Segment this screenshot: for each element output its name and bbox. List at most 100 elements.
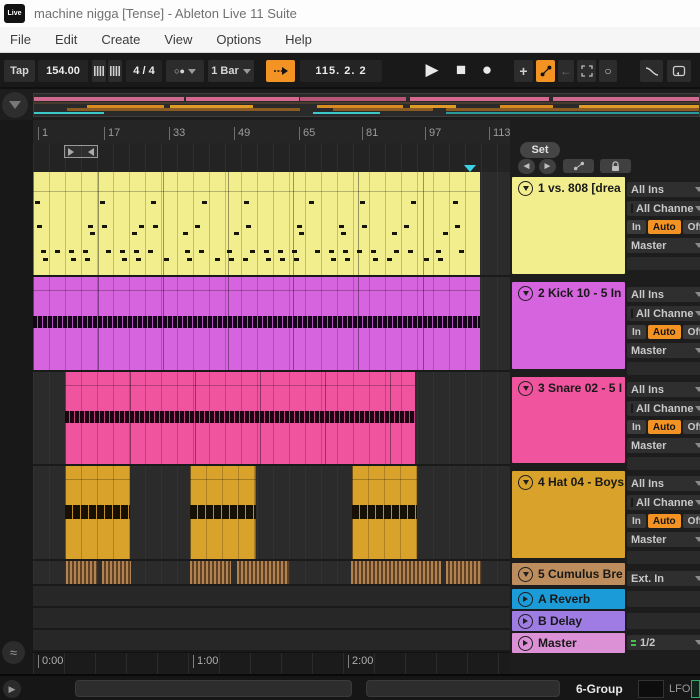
track-name[interactable]: 2 Kick 10 - 5 In bbox=[538, 286, 621, 300]
device-detail-slot[interactable] bbox=[366, 680, 560, 697]
overview-toggle-button[interactable] bbox=[2, 92, 28, 118]
menu-create[interactable]: Create bbox=[101, 28, 140, 51]
fold-track-icon[interactable] bbox=[518, 636, 533, 651]
record-button[interactable]: ● bbox=[476, 58, 498, 82]
loop-button[interactable] bbox=[667, 60, 691, 82]
clip[interactable] bbox=[66, 561, 97, 584]
unfold-track-icon[interactable] bbox=[518, 567, 533, 582]
bar-number[interactable]: 49 bbox=[234, 127, 250, 140]
time-ruler[interactable] bbox=[33, 652, 510, 674]
monitor-in-button[interactable]: In bbox=[627, 325, 646, 339]
fold-track-icon[interactable] bbox=[518, 592, 533, 607]
output-routing-menu[interactable]: Master bbox=[627, 532, 700, 547]
clip[interactable] bbox=[65, 372, 415, 464]
return-lane[interactable] bbox=[33, 608, 510, 630]
input-routing-menu[interactable]: All Ins bbox=[627, 182, 700, 197]
midi-overdub-button[interactable]: + bbox=[514, 60, 533, 82]
draw-mode-button[interactable] bbox=[640, 60, 663, 82]
return-track-header[interactable]: A Reverb bbox=[512, 589, 625, 609]
session-record-button[interactable]: ○ bbox=[599, 60, 617, 82]
time-label[interactable]: 1:00 bbox=[193, 655, 218, 668]
return-track-header[interactable]: B Delay bbox=[512, 611, 625, 631]
quantization-menu[interactable]: 1 Bar bbox=[208, 60, 254, 82]
monitor-auto-button[interactable]: Auto bbox=[648, 325, 681, 339]
monitor-auto-button[interactable]: Auto bbox=[648, 220, 681, 234]
show-detail-view-button[interactable]: ▶ bbox=[3, 680, 21, 698]
monitor-off-button[interactable]: Off bbox=[683, 325, 700, 339]
track-header[interactable]: 2 Kick 10 - 5 In bbox=[512, 282, 625, 369]
track-name[interactable]: B Delay bbox=[538, 614, 582, 628]
reenable-automation-button[interactable]: ← bbox=[558, 60, 574, 82]
automation-mode-button[interactable] bbox=[563, 159, 594, 173]
menu-file[interactable]: File bbox=[10, 28, 31, 51]
track-name[interactable]: 1 vs. 808 [drea bbox=[538, 181, 621, 195]
return-lane[interactable] bbox=[33, 586, 510, 608]
follow-button[interactable] bbox=[266, 60, 295, 82]
input-channel-menu[interactable]: All Channe bbox=[627, 306, 700, 321]
monitor-in-button[interactable]: In bbox=[627, 420, 646, 434]
return-track-header[interactable]: Master bbox=[512, 633, 625, 653]
input-channel-menu[interactable]: All Channe bbox=[627, 201, 700, 216]
stop-button[interactable]: ■ bbox=[450, 58, 472, 82]
output-routing-menu[interactable]: Master bbox=[627, 343, 700, 358]
track-name[interactable]: 3 Snare 02 - 5 I bbox=[538, 381, 622, 395]
monitor-auto-button[interactable]: Auto bbox=[648, 514, 681, 528]
input-routing-menu[interactable]: Ext. In bbox=[627, 571, 700, 586]
bar-number[interactable]: 65 bbox=[299, 127, 315, 140]
bar-number[interactable]: 33 bbox=[169, 127, 185, 140]
track-name[interactable]: 5 Cumulus Bre bbox=[538, 567, 623, 581]
unfold-track-icon[interactable] bbox=[518, 381, 533, 396]
menu-edit[interactable]: Edit bbox=[55, 28, 77, 51]
input-routing-menu[interactable]: All Ins bbox=[627, 287, 700, 302]
clip[interactable] bbox=[351, 561, 441, 584]
bar-number[interactable]: 81 bbox=[362, 127, 378, 140]
arrangement-position-field[interactable]: 115. 2. 2 bbox=[300, 60, 382, 82]
unfold-track-icon[interactable] bbox=[518, 475, 533, 490]
device-mini-display[interactable] bbox=[638, 680, 664, 698]
time-signature-field[interactable]: 4 / 4 bbox=[126, 60, 162, 82]
time-label[interactable]: 2:00 bbox=[348, 655, 373, 668]
clip[interactable] bbox=[33, 172, 480, 275]
scrub-area[interactable] bbox=[33, 143, 510, 172]
track-name[interactable]: 4 Hat 04 - Boys bbox=[538, 475, 624, 489]
automation-arm-button[interactable] bbox=[536, 60, 555, 82]
output-routing-menu[interactable]: Master bbox=[627, 438, 700, 453]
track-name[interactable]: Master bbox=[538, 636, 577, 650]
lfo-device-icon[interactable] bbox=[691, 680, 700, 698]
track-header[interactable]: 3 Snare 02 - 5 I bbox=[512, 377, 625, 463]
tempo-field[interactable]: 154.00 bbox=[38, 60, 88, 82]
bar-number[interactable]: 97 bbox=[425, 127, 441, 140]
play-button[interactable]: ▶ bbox=[420, 58, 444, 82]
bar-number[interactable]: 17 bbox=[104, 127, 120, 140]
unfold-track-icon[interactable] bbox=[518, 286, 533, 301]
arrangement-overview[interactable] bbox=[33, 93, 700, 117]
bar-number[interactable]: 113 bbox=[489, 127, 511, 140]
menu-view[interactable]: View bbox=[164, 28, 192, 51]
menu-help[interactable]: Help bbox=[285, 28, 312, 51]
track-header[interactable]: 1 vs. 808 [drea bbox=[512, 177, 625, 274]
monitor-off-button[interactable]: Off bbox=[683, 220, 700, 234]
unfold-track-icon[interactable] bbox=[518, 181, 533, 196]
nudge-up-button[interactable] bbox=[108, 60, 122, 82]
set-locator-button[interactable]: Set bbox=[520, 142, 560, 158]
clip[interactable] bbox=[190, 561, 231, 584]
clip-detail-slot[interactable] bbox=[75, 680, 352, 697]
clip[interactable] bbox=[65, 466, 130, 559]
input-routing-menu[interactable]: All Ins bbox=[627, 382, 700, 397]
capture-midi-button[interactable] bbox=[577, 60, 596, 82]
fold-track-icon[interactable] bbox=[518, 614, 533, 629]
clip[interactable] bbox=[33, 277, 480, 370]
tap-tempo-button[interactable]: Tap bbox=[4, 60, 35, 82]
monitor-off-button[interactable]: Off bbox=[683, 420, 700, 434]
lock-envelopes-button[interactable] bbox=[600, 159, 631, 173]
track-header[interactable]: 4 Hat 04 - Boys bbox=[512, 471, 625, 558]
next-locator-button[interactable]: ► bbox=[539, 159, 556, 174]
clip[interactable] bbox=[237, 561, 289, 584]
zoom-back-button[interactable]: ≈ bbox=[2, 641, 25, 664]
input-channel-menu[interactable]: All Channe bbox=[627, 495, 700, 510]
clip[interactable] bbox=[190, 466, 256, 559]
bar-number[interactable]: 1 bbox=[38, 127, 48, 140]
track-header[interactable]: 5 Cumulus Bre bbox=[512, 563, 625, 585]
track-name[interactable]: A Reverb bbox=[538, 592, 590, 606]
return-lane[interactable] bbox=[33, 630, 510, 652]
